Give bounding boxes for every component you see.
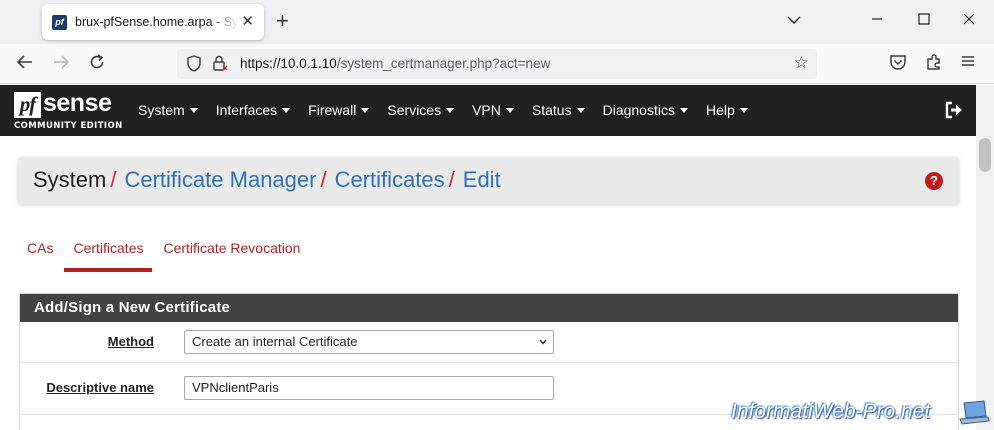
reload-icon[interactable] [88, 53, 106, 76]
logo-sense-text: sense [43, 89, 112, 117]
tab-title: brux-pfSense.home.arpa - System: Certifi… [75, 15, 239, 29]
caret-down-icon [189, 108, 198, 113]
url-path: /system_certmanager.php?act=new [336, 56, 551, 71]
app-menu-icon[interactable] [960, 53, 976, 74]
laptop-logo-icon [959, 400, 990, 425]
extensions-puzzle-icon[interactable] [925, 53, 943, 76]
pfsense-header: pf sense COMMUNITY EDITION System Interf… [0, 85, 976, 136]
pfsense-logo[interactable]: pf sense COMMUNITY EDITION [14, 89, 123, 132]
maximize-icon[interactable] [918, 12, 930, 30]
menu-label: System [138, 102, 185, 118]
browser-nav-bar: https://10.0.1.10/system_certmanager.php… [0, 44, 994, 84]
new-tab-icon[interactable]: + [276, 9, 289, 33]
main-menu: System Interfaces Firewall Services VPN … [138, 85, 766, 136]
breadcrumb-separator: / [110, 167, 117, 192]
menu-label: Firewall [308, 102, 357, 118]
page-content: System / Certificate Manager / Certificates /… [0, 136, 976, 430]
menu-label: Status [531, 102, 572, 118]
url-text: https://10.0.1.10/system_certmanager.php… [240, 56, 550, 71]
method-select-value: Create an internal Certificate [192, 334, 358, 349]
tab-certificates[interactable]: Certificates [64, 236, 153, 272]
close-window-icon[interactable] [963, 12, 975, 30]
close-tab-icon[interactable]: ✕ [241, 13, 254, 31]
menu-system[interactable]: System [138, 85, 198, 136]
breadcrumb-separator: / [320, 167, 327, 192]
cert-manager-tabs: CAs Certificates Certificate Revocation [18, 236, 311, 272]
url-host: https://10.0.1.10 [240, 56, 337, 71]
breadcrumb-certificates[interactable]: Certificates [335, 167, 445, 192]
minimize-icon[interactable] [871, 12, 883, 30]
caret-down-icon [361, 108, 370, 113]
menu-diagnostics[interactable]: Diagnostics [603, 85, 688, 136]
breadcrumb-certificate-manager[interactable]: Certificate Manager [124, 167, 316, 192]
logout-icon[interactable] [944, 100, 964, 120]
descriptive-name-value: VPNclientParis [192, 380, 279, 395]
url-bar[interactable]: https://10.0.1.10/system_certmanager.php… [177, 49, 817, 79]
browser-tab[interactable]: pf brux-pfSense.home.arpa - System: Cert… [42, 4, 264, 40]
method-label: Method [107, 334, 154, 349]
page-scrollbar[interactable] [976, 85, 994, 430]
help-icon[interactable]: ? [925, 172, 943, 190]
menu-vpn[interactable]: VPN [472, 85, 514, 136]
breadcrumb: System / Certificate Manager / Certificates /… [18, 157, 959, 204]
menu-firewall[interactable]: Firewall [308, 85, 370, 136]
menu-interfaces[interactable]: Interfaces [215, 85, 291, 136]
caret-down-icon [505, 108, 514, 113]
watermark-text: InformatiWeb-Pro.net [731, 400, 931, 423]
tab-certificate-revocation[interactable]: Certificate Revocation [154, 236, 309, 272]
breadcrumb-line: System / Certificate Manager / Certificates /… [33, 167, 501, 193]
menu-label: Services [387, 102, 442, 118]
scrollbar-thumb[interactable] [979, 138, 991, 172]
caret-down-icon [576, 108, 585, 113]
method-row: Method Create an internal Certificate [20, 322, 958, 363]
descriptive-name-label: Descriptive name [46, 380, 154, 395]
method-select[interactable]: Create an internal Certificate [184, 330, 554, 354]
browser-tab-strip: pf brux-pfSense.home.arpa - System: Cert… [0, 0, 994, 44]
forward-arrow-icon[interactable] [52, 53, 70, 76]
menu-help[interactable]: Help [706, 85, 748, 136]
caret-down-icon [679, 108, 688, 113]
menu-label: Help [705, 102, 735, 118]
caret-down-icon [446, 108, 455, 113]
pfsense-favicon-icon: pf [52, 14, 67, 30]
bookmark-star-icon[interactable]: ☆ [794, 53, 809, 73]
breadcrumb-separator: / [448, 167, 455, 192]
chevron-down-icon [539, 339, 547, 345]
breadcrumb-edit[interactable]: Edit [463, 167, 501, 192]
menu-label: Interfaces [215, 102, 278, 118]
tracking-shield-icon[interactable] [187, 55, 201, 72]
menu-label: VPN [472, 102, 501, 118]
back-arrow-icon[interactable] [16, 53, 34, 76]
panel-title: Add/Sign a New Certificate [20, 294, 958, 322]
logo-pf-mark: pf [14, 92, 41, 118]
caret-down-icon [282, 108, 291, 113]
logo-edition-text: COMMUNITY EDITION [14, 121, 123, 131]
list-tabs-chevron-icon[interactable] [787, 12, 801, 30]
menu-services[interactable]: Services [387, 85, 455, 136]
menu-label: Diagnostics [602, 102, 675, 118]
pocket-icon[interactable] [889, 53, 907, 76]
descriptive-name-input[interactable]: VPNclientParis [184, 376, 554, 400]
menu-status[interactable]: Status [532, 85, 585, 136]
caret-down-icon [739, 108, 748, 113]
lock-icon[interactable] [212, 55, 228, 72]
breadcrumb-root: System [33, 167, 107, 192]
tab-cas[interactable]: CAs [18, 236, 62, 272]
